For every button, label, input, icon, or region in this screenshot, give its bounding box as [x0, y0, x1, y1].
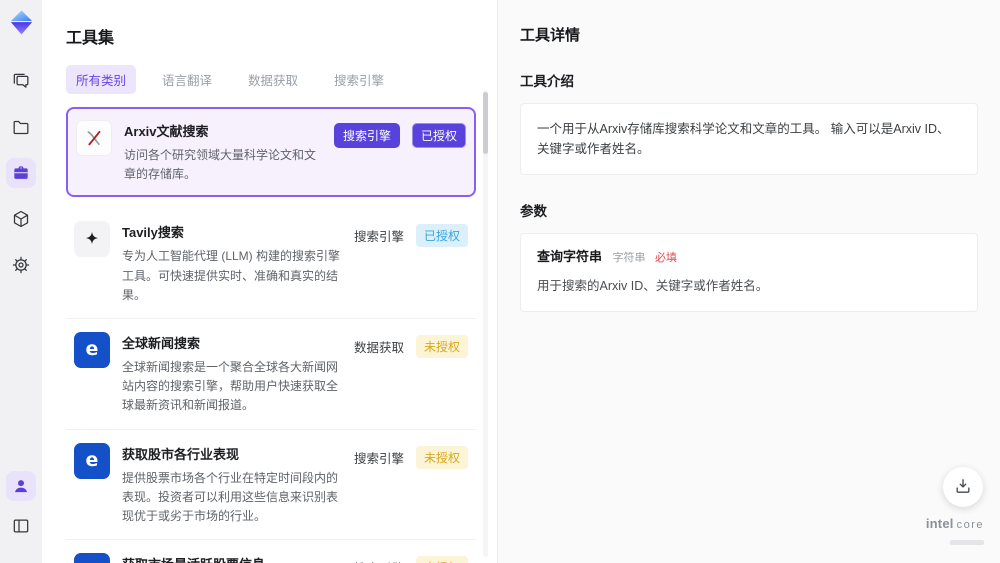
tool-name: Arxiv文献搜索 [124, 124, 209, 139]
tool-list: Arxiv文献搜索 访问各个研究领域大量科学论文和文章的存储库。 搜索引擎 已授… [66, 107, 476, 563]
sidebar-item-chat[interactable] [6, 66, 36, 96]
blue-e-icon: e [74, 553, 110, 563]
blue-e-icon: e [74, 331, 110, 368]
intel-brand-subtext [950, 540, 984, 546]
sidebar [0, 0, 42, 563]
tool-name: 获取股市各行业表现 [122, 446, 240, 462]
user-icon [11, 476, 31, 496]
param-description: 用于搜索的Arxiv ID、关键字或作者姓名。 [537, 278, 769, 293]
app-logo-icon[interactable] [8, 9, 35, 36]
sidebar-item-settings[interactable] [6, 250, 36, 280]
tool-status-badge: 未授权 [415, 556, 468, 563]
params-heading: 参数 [520, 204, 547, 219]
param-name: 查询字符串 [537, 249, 603, 264]
tool-detail-pane: 工具详情 工具介绍 一个用于从Arxiv存储库搜索科学论文和文章的工具。 输入可… [497, 0, 1000, 563]
tab-data-fetch[interactable]: 数据获取 [238, 65, 308, 94]
sidebar-item-panel-toggle[interactable] [6, 511, 36, 541]
tool-status-badge: 已授权 [411, 123, 466, 148]
tab-search-engine[interactable]: 搜索引擎 [324, 65, 394, 94]
cube-icon [11, 209, 31, 229]
detail-title: 工具详情 [520, 27, 581, 44]
param-box: 查询字符串 字符串 必填 用于搜索的Arxiv ID、关键字或作者姓名。 [520, 233, 978, 312]
param-head: 查询字符串 字符串 必填 [537, 249, 961, 266]
blue-e-icon: e [74, 442, 110, 479]
gear-icon [11, 255, 31, 275]
tool-description: 访问各个研究领域大量科学论文和文章的存储库。 [124, 148, 317, 182]
intro-heading: 工具介绍 [520, 74, 574, 89]
sidebar-item-tools[interactable] [6, 158, 36, 188]
tool-description: 专为人工智能代理 (LLM) 构建的搜索引擎工具。可快速提供实时、准确和真实的结… [122, 249, 341, 302]
intel-brand-core: core [956, 518, 984, 531]
download-icon [953, 476, 973, 499]
tool-status-badge: 已授权 [415, 224, 468, 248]
tool-card[interactable]: Tavily搜索 专为人工智能代理 (LLM) 构建的搜索引擎工具。可快速提供实… [66, 208, 476, 319]
param-type: 字符串 [612, 252, 646, 264]
tool-card[interactable]: Arxiv文献搜索 访问各个研究领域大量科学论文和文章的存储库。 搜索引擎 已授… [66, 107, 476, 198]
sidebar-bottom [6, 471, 36, 551]
page-title: 工具集 [66, 30, 115, 47]
intro-text: 一个用于从Arxiv存储库搜索科学论文和文章的工具。 输入可以是Arxiv ID… [537, 122, 950, 156]
tool-category-badge: 搜索引擎 [353, 230, 404, 245]
tool-name: 获取市场最活跃股票信息 [122, 554, 342, 563]
sidebar-nav [6, 66, 36, 296]
tool-card[interactable]: e 全球新闻搜索 全球新闻搜索是一个聚合全球各大新闻网站内容的搜索引擎，帮助用户… [66, 318, 476, 430]
tool-card[interactable]: e 获取股市各行业表现 提供股票市场各个行业在特定时间段内的表现。投资者可以利用… [66, 429, 476, 541]
tool-status-badge: 未授权 [415, 334, 468, 358]
list-scrollbar-thumb[interactable] [483, 92, 488, 154]
sidebar-item-user[interactable] [6, 471, 36, 501]
tool-category-badge: 搜索引擎 [333, 123, 400, 148]
tool-description: 全球新闻搜索是一个聚合全球各大新闻网站内容的搜索引擎，帮助用户快速获取全球最新资… [122, 359, 339, 413]
tool-description: 提供股票市场各个行业在特定时间段内的表现。投资者可以利用这些信息来识别表现优于或… [122, 470, 339, 523]
tab-all-categories[interactable]: 所有类别 [66, 65, 137, 94]
tab-language-translation[interactable]: 语言翻译 [152, 65, 222, 94]
tool-name: 全球新闻搜索 [122, 335, 201, 351]
panel-icon [11, 516, 31, 536]
list-scrollbar[interactable] [483, 90, 488, 557]
intro-box: 一个用于从Arxiv存储库搜索科学论文和文章的工具。 输入可以是Arxiv ID… [520, 103, 978, 175]
tool-name: Tavily搜索 [122, 225, 184, 241]
tool-card[interactable]: e 获取市场最活跃股票信息 提供当天交易量最高的股票列表，投资者可以利用这些信息… [66, 540, 476, 563]
sidebar-item-models[interactable] [6, 204, 36, 234]
tool-category-badge: 搜索引擎 [353, 451, 404, 466]
app-window: 工具集 所有类别 语言翻译 数据获取 搜索引擎 Arxiv文献搜索 访问各个研究领域大… [0, 0, 1000, 563]
chat-icon [11, 71, 31, 91]
tool-category-badge: 搜索引擎 [354, 558, 404, 563]
sparkle-icon [74, 221, 110, 258]
arxiv-icon [76, 120, 112, 156]
download-button[interactable] [943, 467, 983, 507]
folder-icon [11, 117, 31, 137]
intel-brand-word: intel [925, 515, 954, 531]
category-tabs: 所有类别 语言翻译 数据获取 搜索引擎 [66, 65, 477, 94]
param-required-flag: 必填 [654, 252, 677, 264]
tool-category-badge: 数据获取 [353, 340, 404, 355]
tool-list-pane: 工具集 所有类别 语言翻译 数据获取 搜索引擎 Arxiv文献搜索 访问各个研究领域大… [42, 0, 497, 563]
tool-status-badge: 未授权 [415, 445, 468, 469]
sidebar-item-files[interactable] [6, 112, 36, 142]
intel-core-logo: intel core [926, 515, 984, 550]
briefcase-icon [11, 163, 31, 183]
